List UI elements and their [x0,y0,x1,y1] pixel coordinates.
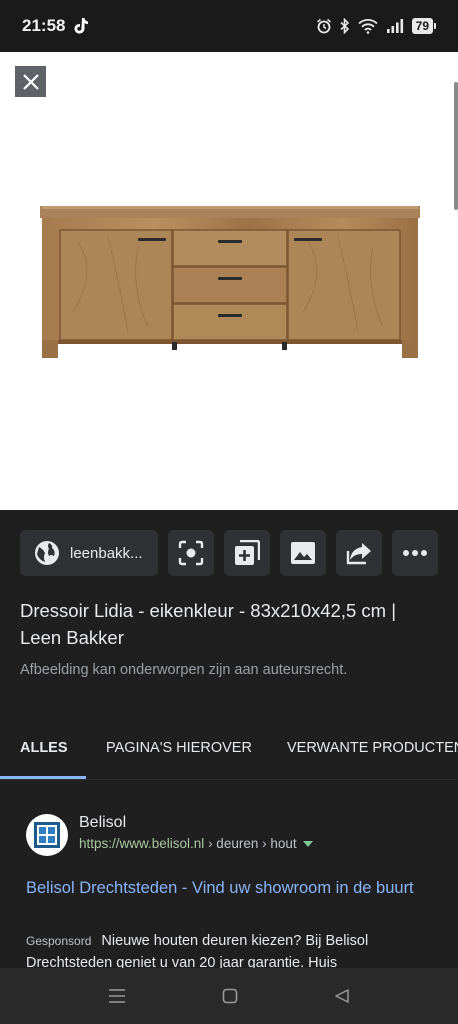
wifi-icon [358,19,378,34]
add-to-collection-button[interactable] [224,530,270,576]
lens-icon [178,540,204,566]
back-icon[interactable] [334,988,350,1004]
recent-apps-icon[interactable] [108,988,126,1004]
site-label: leenbakk... [70,544,143,562]
sponsored-label: Gesponsord [26,934,92,948]
action-row: leenbakk... [20,530,438,576]
status-icons: 79 [316,18,436,34]
scrollbar[interactable] [454,82,458,210]
copyright-note: Afbeelding kan onderworpen zijn aan aute… [20,662,348,678]
belisol-favicon [26,814,68,856]
tab-bar: ALLES PAGINA'S HIEROVER VERWANTE PRODUCT… [0,722,458,780]
advertiser-url[interactable]: https://www.belisol.nl › deuren › hout [79,836,313,851]
share-button[interactable] [336,530,382,576]
sideboard-image [40,206,420,358]
dropdown-arrow-icon[interactable] [302,841,313,848]
battery-icon: 79 [411,18,436,34]
sponsored-result: Belisol https://www.belisol.nl › deuren … [0,800,458,971]
globe-icon [35,541,59,565]
tiktok-icon [74,18,89,34]
battery-level: 79 [411,18,433,34]
status-bar: 21:58 79 [0,0,458,52]
active-tab-indicator [0,776,86,779]
window-logo-icon [34,822,60,848]
close-button[interactable] [15,66,46,97]
image-preview [0,52,458,510]
url-path: › deuren › hout [204,836,297,851]
status-time: 21:58 [22,16,66,35]
add-collection-icon [235,540,260,565]
signal-icon [386,19,403,33]
more-icon [403,550,427,556]
image-title[interactable]: Dressoir Lidia - eikenkleur - 83x210x42,… [20,597,440,651]
close-icon [22,73,39,90]
image-icon [291,542,315,564]
bluetooth-icon [340,18,349,34]
alarm-icon [316,18,331,34]
home-icon[interactable] [222,988,238,1004]
lens-button[interactable] [168,530,214,576]
url-domain: https://www.belisol.nl [79,836,205,851]
advertiser-name: Belisol [79,814,127,831]
tab-related-pages[interactable]: PAGINA'S HIEROVER [106,740,252,756]
ad-title-link[interactable]: Belisol Drechtsteden - Vind uw showroom … [26,875,426,901]
view-image-button[interactable] [280,530,326,576]
share-icon [346,543,371,565]
system-nav-bar [0,968,458,1024]
tab-all[interactable]: ALLES [20,740,68,756]
tab-related-products[interactable]: VERWANTE PRODUCTEN [287,740,458,756]
visit-site-button[interactable]: leenbakk... [20,530,158,576]
more-options-button[interactable] [392,530,438,576]
